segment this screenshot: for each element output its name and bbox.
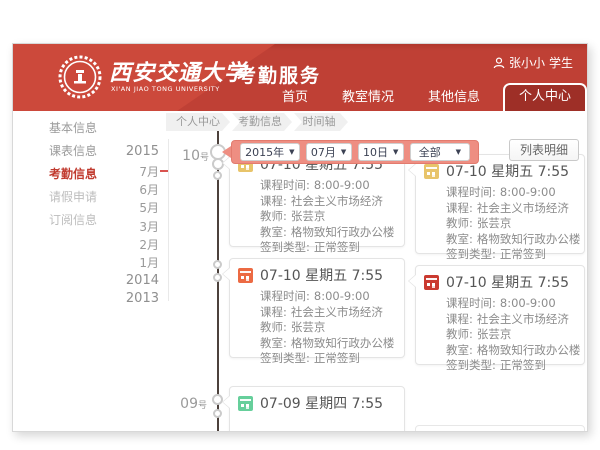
card-date: 07-10 星期五 7:55 bbox=[446, 161, 569, 181]
app-window: 西安交通大学 XI'AN JIAO TONG UNIVERSITY 考勤服务 张… bbox=[12, 43, 588, 432]
timeline-node[interactable] bbox=[213, 260, 222, 269]
breadcrumb: 个人中心 考勤信息 时间轴 bbox=[166, 113, 350, 131]
breadcrumb-timeline[interactable]: 时间轴 bbox=[294, 113, 348, 131]
caret-down-icon: ▼ bbox=[456, 148, 461, 156]
user-icon bbox=[493, 57, 505, 69]
sidebar-item-attendance-info[interactable]: 考勤信息 bbox=[49, 165, 97, 182]
card-date: 07-09 星期四 7:55 bbox=[260, 393, 383, 413]
caret-down-icon: ▼ bbox=[393, 148, 398, 156]
sidebar-item-subscription-info[interactable]: 订阅信息 bbox=[49, 211, 97, 228]
nav-other-info[interactable]: 其他信息 bbox=[411, 85, 497, 111]
filter-bubble: 2015年 ▼ 07月 ▼ 10日 ▼ 全部 ▼ bbox=[231, 140, 479, 164]
timeline-nav-jan[interactable]: 1月 bbox=[113, 254, 159, 271]
user-info[interactable]: 张小小 学生 bbox=[493, 54, 573, 71]
university-logo-icon bbox=[57, 54, 103, 100]
university-name-cn: 西安交通大学 bbox=[109, 55, 247, 87]
timeline-nav-jul[interactable]: 7月 bbox=[113, 163, 159, 180]
attendance-card[interactable]: 07-10 星期五 7:55 课程时间:8:00-9:00 课程:社会主义市场经… bbox=[415, 154, 585, 254]
attendance-card[interactable]: 07-09 星期四 7:55 bbox=[229, 386, 405, 432]
timeline-node[interactable] bbox=[213, 409, 222, 418]
timeline-nav-jun[interactable]: 6月 bbox=[113, 181, 159, 198]
main-nav: 首页 教室情况 其他信息 个人中心 bbox=[265, 83, 587, 111]
breadcrumb-attendance-info[interactable]: 考勤信息 bbox=[232, 113, 292, 131]
filter-bubble-arrow bbox=[222, 146, 231, 158]
card-date: 07-10 星期五 7:55 bbox=[446, 272, 569, 292]
calendar-status-icon bbox=[238, 268, 253, 283]
nav-classroom[interactable]: 教室情况 bbox=[325, 85, 411, 111]
university-name-en: XI'AN JIAO TONG UNIVERSITY bbox=[111, 85, 220, 93]
sidebar-item-basic-info[interactable]: 基本信息 bbox=[49, 119, 97, 136]
sidebar-item-leave-request[interactable]: 请假申请 bbox=[49, 188, 97, 205]
timeline-nav-2014[interactable]: 2014 bbox=[113, 273, 159, 288]
timeline-nav-mar[interactable]: 3月 bbox=[113, 218, 159, 235]
timeline-nav-2015[interactable]: 2015 bbox=[113, 144, 159, 159]
calendar-status-icon bbox=[238, 396, 253, 411]
timeline-node[interactable] bbox=[213, 171, 222, 180]
card-date: 07-10 星期五 7:55 bbox=[260, 265, 383, 285]
page-canvas: 西安交通大学 XI'AN JIAO TONG UNIVERSITY 考勤服务 张… bbox=[0, 0, 600, 450]
caret-down-icon: ▼ bbox=[289, 148, 294, 156]
day-marker-09: 09号 bbox=[171, 393, 207, 412]
sidebar-item-schedule-info[interactable]: 课表信息 bbox=[49, 142, 97, 159]
breadcrumb-personal-center[interactable]: 个人中心 bbox=[166, 113, 230, 131]
day-dropdown[interactable]: 10日 ▼ bbox=[358, 143, 404, 161]
user-name: 张小小 bbox=[509, 54, 545, 71]
attendance-card-partial[interactable] bbox=[415, 425, 585, 432]
scope-dropdown[interactable]: 全部 ▼ bbox=[410, 143, 470, 161]
month-dropdown[interactable]: 07月 ▼ bbox=[306, 143, 352, 161]
year-dropdown[interactable]: 2015年 ▼ bbox=[240, 143, 300, 161]
timeline-nav-divider bbox=[168, 139, 169, 301]
caret-down-icon: ▼ bbox=[341, 148, 346, 156]
attendance-card[interactable]: 07-10 星期五 7:55 课程时间:8:00-9:00 课程:社会主义市场经… bbox=[415, 265, 585, 365]
calendar-status-icon bbox=[424, 275, 439, 290]
user-role: 学生 bbox=[549, 54, 573, 71]
list-detail-button[interactable]: 列表明细 bbox=[509, 139, 579, 161]
day-marker-10: 10号 bbox=[173, 145, 209, 164]
timeline-nav-may[interactable]: 5月 bbox=[113, 199, 159, 216]
app-header: 西安交通大学 XI'AN JIAO TONG UNIVERSITY 考勤服务 张… bbox=[13, 44, 587, 111]
nav-personal-center[interactable]: 个人中心 bbox=[503, 83, 587, 111]
timeline-node[interactable] bbox=[213, 273, 222, 282]
nav-home[interactable]: 首页 bbox=[265, 85, 325, 111]
calendar-status-icon bbox=[424, 164, 439, 179]
timeline-nav-feb[interactable]: 2月 bbox=[113, 236, 159, 253]
timeline-nav-2013[interactable]: 2013 bbox=[113, 291, 159, 306]
attendance-card[interactable]: 07-10 星期五 7:55 课程时间:8:00-9:00 课程:社会主义市场经… bbox=[229, 258, 405, 358]
